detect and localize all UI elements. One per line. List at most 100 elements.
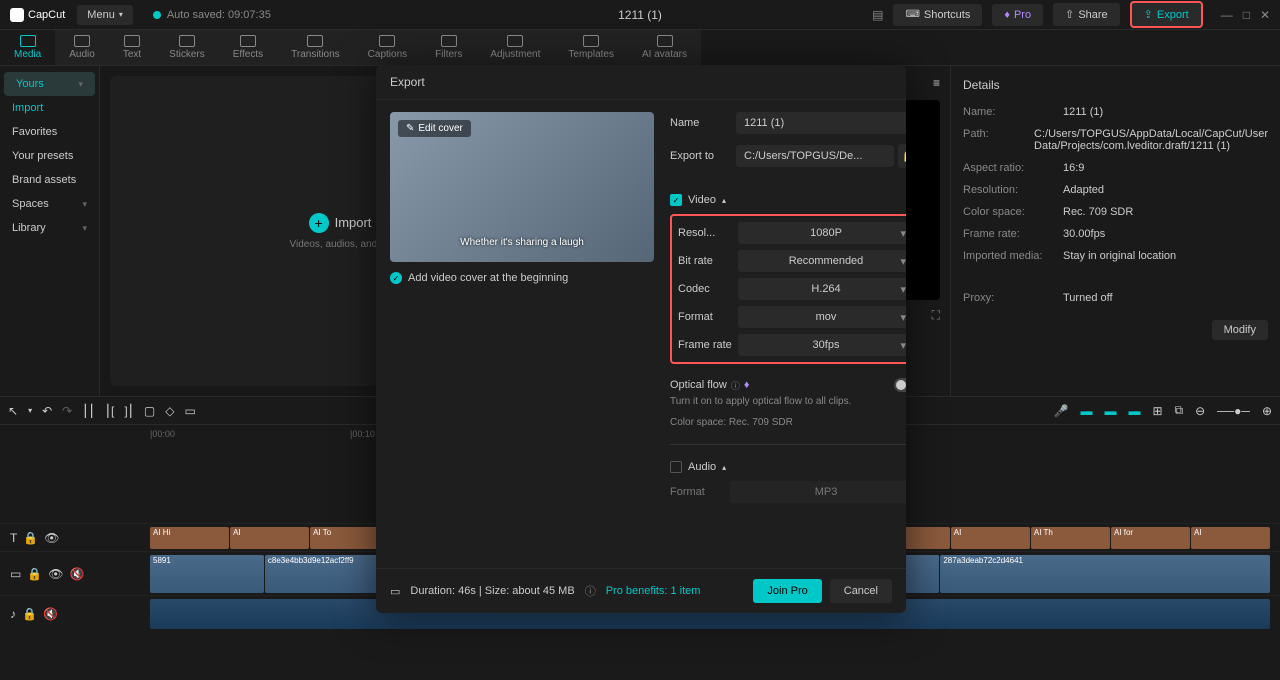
player-menu-icon[interactable]: ≡ <box>933 76 940 90</box>
detail-value: Adapted <box>1063 184 1268 196</box>
track-icon-1[interactable]: ▬ <box>1080 404 1092 418</box>
folder-button[interactable]: 📁 <box>898 144 906 168</box>
detail-label: Resolution: <box>963 184 1063 196</box>
framerate-select[interactable]: 30fps <box>738 334 906 356</box>
fullscreen-icon[interactable]: ⛶ <box>932 308 940 323</box>
video-section-header[interactable]: ✓ Video ▴ <box>670 194 906 206</box>
tab-filters[interactable]: Filters <box>421 30 476 65</box>
detail-value: 1211 (1) <box>1063 106 1268 118</box>
audio-section-header[interactable]: Audio ▴ <box>670 461 906 473</box>
redo-icon[interactable]: ↷ <box>62 404 72 418</box>
format-label: Format <box>678 311 738 323</box>
tab-text[interactable]: Text <box>109 30 155 65</box>
video-clip[interactable]: 287a3deab72c2d4641 <box>940 555 1270 593</box>
eye-icon[interactable]: 👁 <box>48 567 63 581</box>
mic-icon[interactable]: 🎤 <box>1054 404 1069 418</box>
add-cover-checkbox[interactable]: ✓ Add video cover at the beginning <box>390 272 654 284</box>
shield-icon[interactable]: ◇ <box>165 404 174 418</box>
tab-stickers[interactable]: Stickers <box>155 30 219 65</box>
app-name: CapCut <box>28 9 65 21</box>
zoom-slider[interactable]: ──●─ <box>1217 404 1250 418</box>
maximize-icon[interactable]: □ <box>1243 8 1250 22</box>
export-to-input[interactable] <box>736 145 894 167</box>
tab-adjustment[interactable]: Adjustment <box>476 30 554 65</box>
lock-icon[interactable]: 🔒 <box>27 567 42 581</box>
split-right-icon[interactable]: ]⎮ <box>124 404 134 418</box>
resolution-select[interactable]: 1080P <box>738 222 906 244</box>
tab-transitions[interactable]: Transitions <box>277 30 354 65</box>
shortcuts-button[interactable]: ⌨ Shortcuts <box>893 4 982 26</box>
lock-icon[interactable]: 🔒 <box>22 607 37 621</box>
info-icon[interactable]: ⓘ <box>585 583 596 599</box>
edit-cover-button[interactable]: ✎ Edit cover <box>398 120 471 137</box>
cover-preview[interactable]: ✎ Edit cover <box>390 112 654 262</box>
bitrate-select[interactable]: Recommended <box>738 250 906 272</box>
text-track-icon[interactable]: T <box>10 531 17 545</box>
modal-title: Export <box>376 65 906 100</box>
tab-templates[interactable]: Templates <box>554 30 628 65</box>
zoom-in-icon[interactable]: ⊕ <box>1262 404 1272 418</box>
text-clip[interactable]: AI for <box>1111 527 1190 549</box>
video-track-icon[interactable]: ▭ <box>10 567 21 581</box>
tab-media[interactable]: Media <box>0 30 55 65</box>
join-pro-button[interactable]: Join Pro <box>753 579 821 603</box>
split-icon[interactable]: ⎮⎮ <box>82 404 95 418</box>
export-button[interactable]: ⇪ Export <box>1130 1 1203 28</box>
modify-button[interactable]: Modify <box>1212 320 1268 340</box>
close-icon[interactable]: ✕ <box>1260 8 1270 22</box>
sidebar-item-yours[interactable]: Yours▾ <box>4 72 95 96</box>
name-input[interactable] <box>736 112 906 134</box>
text-clip[interactable]: AI <box>1191 527 1270 549</box>
menu-button[interactable]: Menu ▾ <box>77 5 133 25</box>
cancel-button[interactable]: Cancel <box>830 579 892 603</box>
tab-ai avatars[interactable]: AI avatars <box>628 30 701 65</box>
track-icon-2[interactable]: ▬ <box>1104 404 1116 418</box>
detail-label: Path: <box>963 128 1034 152</box>
share-button[interactable]: ⇧ Share <box>1053 3 1120 26</box>
layout-icon[interactable]: ▤ <box>872 8 883 22</box>
detail-value: 30.00fps <box>1063 228 1268 240</box>
pro-benefits-link[interactable]: Pro benefits: 1 item <box>606 585 701 597</box>
video-clip[interactable]: 5891 <box>150 555 264 593</box>
sidebar-item-library[interactable]: Library▾ <box>0 216 99 240</box>
text-clip[interactable]: AI <box>951 527 1030 549</box>
audio-track-icon[interactable]: ♪ <box>10 607 16 621</box>
optical-flow-toggle[interactable] <box>894 378 906 392</box>
mute-icon[interactable]: 🔇 <box>70 567 85 581</box>
split-left-icon[interactable]: ⎮[ <box>105 404 115 418</box>
magnet-icon[interactable]: ⊞ <box>1152 404 1162 418</box>
undo-icon[interactable]: ↶ <box>42 404 52 418</box>
detail-value: C:/Users/TOPGUS/AppData/Local/CapCut/Use… <box>1034 128 1268 152</box>
track-icon-3[interactable]: ▬ <box>1128 404 1140 418</box>
eye-icon[interactable]: 👁 <box>44 531 59 545</box>
codec-label: Codec <box>678 283 738 295</box>
sidebar-item-favorites[interactable]: Favorites <box>0 120 99 144</box>
text-clip[interactable]: AI Th <box>1031 527 1110 549</box>
autosave-status: Auto saved: 09:07:35 <box>153 9 271 21</box>
duration-info: Duration: 46s | Size: about 45 MB <box>410 585 574 597</box>
pro-button[interactable]: ♦ Pro <box>992 4 1043 26</box>
link-icon[interactable]: ⧉ <box>1175 403 1184 418</box>
cursor-icon[interactable]: ↖ <box>8 404 18 418</box>
tab-audio[interactable]: Audio <box>55 30 109 65</box>
details-title: Details <box>963 78 1268 92</box>
lock-icon[interactable]: 🔒 <box>23 531 38 545</box>
mute-icon[interactable]: 🔇 <box>43 607 58 621</box>
text-clip[interactable]: AI Hi <box>150 527 229 549</box>
zoom-out-icon[interactable]: ⊖ <box>1195 404 1205 418</box>
resolution-label: Resol... <box>678 227 738 239</box>
tab-effects[interactable]: Effects <box>219 30 277 65</box>
project-title: 1211 (1) <box>618 8 662 22</box>
delete-icon[interactable]: ▢ <box>144 404 155 418</box>
codec-select[interactable]: H.264 <box>738 278 906 300</box>
text-clip[interactable]: AI <box>230 527 309 549</box>
sidebar-item-import[interactable]: Import <box>0 96 99 120</box>
tool-dropdown-icon[interactable]: ▾ <box>28 406 32 415</box>
tab-captions[interactable]: Captions <box>354 30 421 65</box>
minimize-icon[interactable]: — <box>1221 8 1233 22</box>
sidebar-item-your-presets[interactable]: Your presets <box>0 144 99 168</box>
record-icon[interactable]: ▭ <box>184 404 195 418</box>
sidebar-item-spaces[interactable]: Spaces▾ <box>0 192 99 216</box>
format-select[interactable]: mov <box>738 306 906 328</box>
sidebar-item-brand-assets[interactable]: Brand assets <box>0 168 99 192</box>
